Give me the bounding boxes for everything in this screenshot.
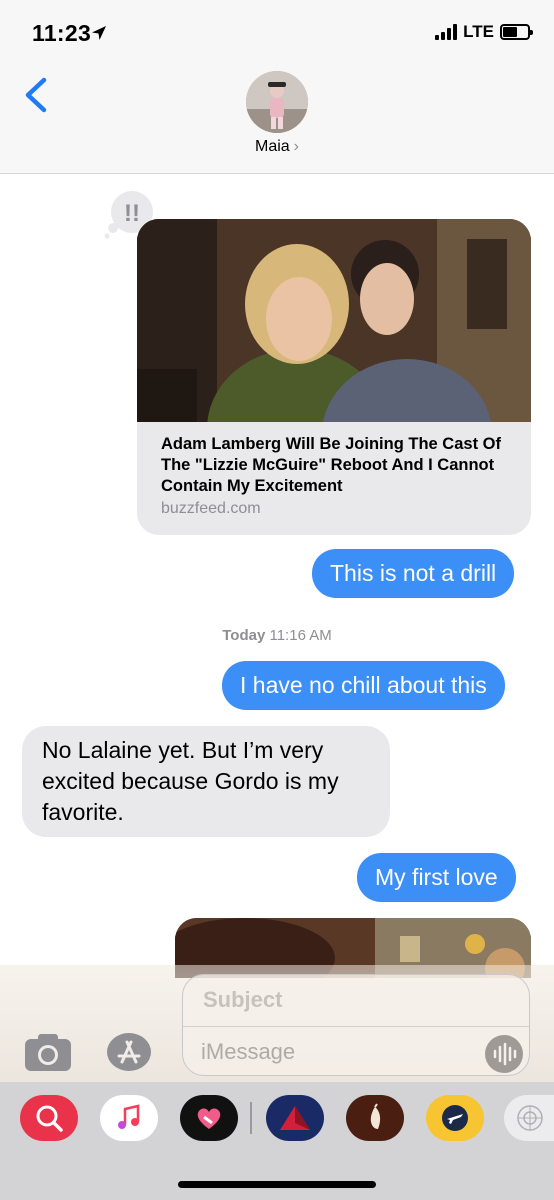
camera-button[interactable] [24,1032,72,1072]
outgoing-message-bubble[interactable]: This is not a drill [312,549,515,598]
contact-name[interactable]: Maia › [0,138,554,156]
app-store-icon [107,1033,151,1071]
flight-icon[interactable] [426,1095,484,1141]
incoming-message-bubble[interactable]: No Lalaine yet. But I’m very excited bec… [22,726,390,837]
timestamp-day: Today [222,627,266,644]
battery-icon [500,24,533,40]
message-timestamp: Today 11:16 AM [0,627,554,644]
link-preview-card[interactable]: Adam Lamberg Will Be Joining The Cast Of… [137,219,531,535]
status-time: 11:23 [32,20,92,46]
delta-icon[interactable] [266,1095,324,1141]
heart-stickers-icon[interactable] [180,1095,238,1141]
link-preview-domain: buzzfeed.com [161,500,261,517]
compose-field[interactable]: Subject iMessage [182,974,530,1076]
location-arrow-icon [92,26,106,40]
chevron-left-icon [25,77,47,113]
app-store-button[interactable] [104,1031,154,1073]
subject-input[interactable]: Subject [203,987,282,1013]
status-bar: 11:23 LTE [0,0,554,62]
camera-icon [25,1034,71,1071]
chipotle-icon[interactable] [346,1095,404,1141]
outgoing-message-bubble[interactable]: My first love [357,853,516,902]
back-button[interactable] [18,72,58,118]
compose-divider [183,1026,529,1027]
cellular-signal-icon [435,24,458,40]
contact-name-label: Maia [254,138,290,155]
chevron-right-icon: › [293,138,299,155]
contact-avatar[interactable] [246,71,308,133]
message-input[interactable]: iMessage [201,1039,295,1065]
link-preview-image [137,219,531,422]
app-drawer [0,1082,554,1200]
link-preview-title: Adam Lamberg Will Be Joining The Cast Of… [161,435,501,495]
network-type: LTE [463,22,494,41]
drawer-divider [250,1102,252,1134]
music-icon[interactable] [100,1095,158,1141]
outgoing-message-bubble[interactable]: I have no chill about this [222,661,505,710]
home-indicator[interactable] [178,1181,376,1188]
more-apps-icon[interactable] [504,1095,554,1141]
avatar-photo [246,71,308,133]
timestamp-time: 11:16 AM [269,627,332,644]
waveform-icon [493,1042,517,1066]
audio-record-button[interactable] [485,1035,523,1073]
search-images-icon[interactable] [20,1095,78,1141]
